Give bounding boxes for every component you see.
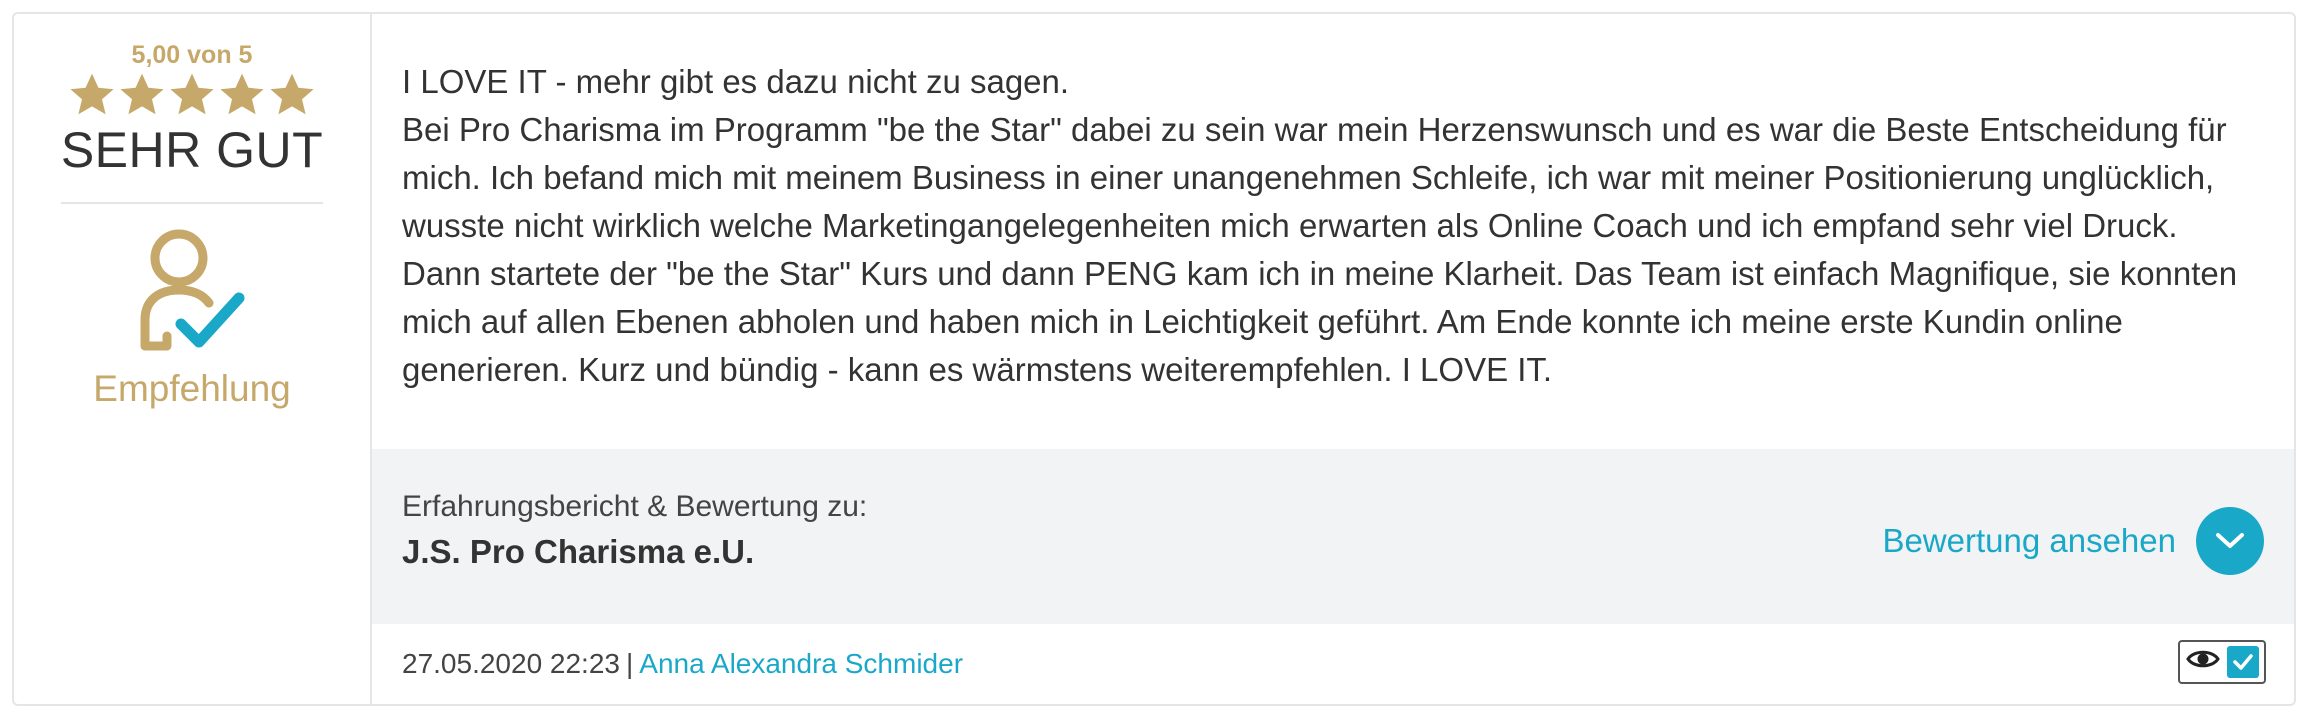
review-card: 5,00 von 5 SEHR GUT Empfehlung I LOVE IT… (12, 12, 2296, 706)
author-link[interactable]: Anna Alexandra Schmider (639, 648, 963, 680)
rating-panel: 5,00 von 5 SEHR GUT Empfehlung (14, 14, 372, 704)
view-review-button[interactable]: Bewertung ansehen (1882, 506, 2264, 575)
star-icon (268, 72, 316, 118)
footer-separator: | (625, 648, 634, 680)
star-rating (68, 72, 316, 118)
star-icon (168, 72, 216, 118)
review-footer: 27.05.2020 22:23 | Anna Alexandra Schmid… (372, 624, 2294, 704)
eye-icon (2186, 646, 2220, 678)
checkmark-icon (2227, 646, 2259, 679)
review-datetime: 27.05.2020 22:23 (402, 648, 620, 680)
review-body: Bei Pro Charisma im Programm "be the Sta… (402, 111, 2238, 388)
review-text: I LOVE IT - mehr gibt es dazu nicht zu s… (372, 14, 2294, 449)
score-text: 5,00 von 5 (131, 41, 253, 69)
chevron-down-icon[interactable] (2196, 506, 2264, 575)
star-icon (68, 72, 116, 118)
view-review-label[interactable]: Bewertung ansehen (1882, 522, 2176, 560)
company-band: Erfahrungsbericht & Bewertung zu: J.S. P… (372, 448, 2294, 625)
grade-label: SEHR GUT (60, 122, 324, 178)
recommendation-label: Empfehlung (93, 368, 291, 409)
person-check-icon (137, 228, 247, 361)
review-content: I LOVE IT - mehr gibt es dazu nicht zu s… (372, 14, 2294, 704)
divider (61, 202, 323, 204)
review-headline: I LOVE IT - mehr gibt es dazu nicht zu s… (402, 63, 1070, 100)
star-icon (118, 72, 166, 118)
star-icon (218, 72, 266, 118)
verification-badge[interactable] (2178, 640, 2266, 685)
